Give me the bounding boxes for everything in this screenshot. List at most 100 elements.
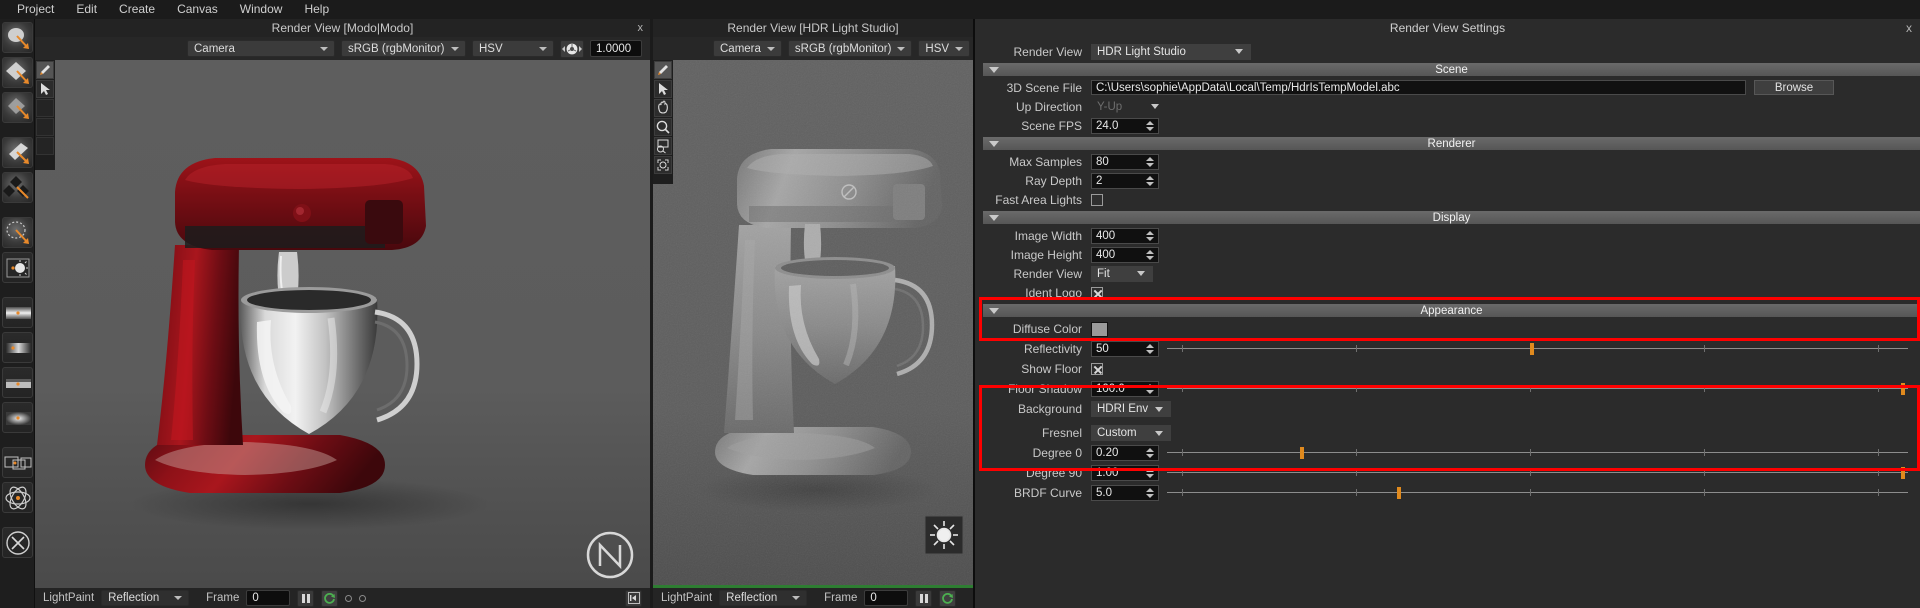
stepper-arrows-icon[interactable] [1146, 382, 1156, 396]
up-direction-select[interactable]: Y-Up [1091, 99, 1167, 115]
lightpaint-mode-select-left[interactable]: Reflection [101, 590, 190, 606]
zoom-icon[interactable] [654, 118, 672, 136]
colorspace-select-mid[interactable]: sRGB (rgbMonitor) [787, 40, 913, 57]
camera-select-mid[interactable]: Camera [713, 40, 782, 57]
arrow-icon[interactable] [654, 80, 672, 98]
brdf-curve-stepper[interactable]: 5.0 [1091, 485, 1159, 501]
section-header-scene[interactable]: Scene [983, 63, 1920, 76]
refresh-icon[interactable] [321, 589, 339, 607]
scene-file-input[interactable]: C:\Users\sophie\AppData\Local\Temp/HdrIs… [1091, 80, 1746, 95]
gradient-band-tool-button[interactable] [1, 367, 33, 398]
section-header-display[interactable]: Display [983, 211, 1920, 224]
channel-select-left[interactable]: HSV [472, 40, 554, 57]
floor-shadow-slider[interactable] [1167, 381, 1908, 397]
render-view-fit-select[interactable]: Fit [1091, 265, 1153, 282]
degree-90-slider-knob[interactable] [1900, 467, 1905, 479]
zoom-fit-icon[interactable] [654, 137, 672, 155]
light-sun-tool-button[interactable] [1, 252, 33, 283]
section-header-renderer[interactable]: Renderer [983, 137, 1920, 150]
reflectivity-stepper[interactable]: 50 [1091, 341, 1159, 357]
canvas-tool-slot[interactable] [36, 118, 54, 136]
light-blur-tool-button[interactable] [1, 92, 33, 123]
menu-item-window[interactable]: Window [229, 0, 294, 19]
canvas-tools-left [35, 60, 55, 170]
image-height-stepper[interactable]: 400 [1091, 246, 1159, 263]
render-canvas-modo[interactable] [35, 60, 650, 588]
floor-shadow-slider-knob[interactable] [1900, 383, 1905, 395]
reflectivity-slider[interactable] [1167, 341, 1908, 357]
gradient-bar-tool-button[interactable] [1, 297, 33, 328]
stepper-arrows-icon[interactable] [1146, 174, 1156, 188]
atom-tool-button[interactable] [1, 482, 33, 513]
browse-button[interactable]: Browse [1754, 80, 1834, 95]
render-canvas-hdrls[interactable] [653, 60, 973, 588]
image-width-stepper[interactable]: 400 [1091, 227, 1159, 244]
brdf-curve-slider-knob[interactable] [1396, 487, 1401, 499]
brush-icon[interactable] [654, 61, 672, 79]
stepper-arrows-icon[interactable] [1146, 119, 1156, 133]
canvas-tool-slot[interactable] [36, 137, 54, 155]
light-pattern-tool-button[interactable] [1, 172, 33, 203]
stepper-arrows-icon[interactable] [1146, 155, 1156, 169]
collapse-left-icon[interactable] [625, 589, 642, 607]
stepper-arrows-icon[interactable] [1146, 248, 1156, 262]
diffuse-color-swatch[interactable] [1091, 321, 1108, 337]
zoom-expand-icon[interactable] [654, 156, 672, 174]
frame-value-mid[interactable]: 0 [864, 590, 909, 606]
image-layers-tool-button[interactable] [1, 447, 33, 478]
frame-value-left[interactable]: 0 [246, 590, 291, 606]
brush-icon[interactable] [36, 61, 54, 79]
canvas-tool-slot[interactable] [36, 99, 54, 117]
show-floor-checkbox[interactable] [1091, 363, 1103, 375]
scene-fps-stepper[interactable]: 24.0 [1091, 117, 1159, 134]
degree-90-slider[interactable] [1167, 465, 1908, 481]
light-plane-tool-button[interactable] [1, 57, 33, 88]
stepper-arrows-icon[interactable] [1146, 229, 1156, 243]
floor-shadow-stepper[interactable]: 100.0 [1091, 381, 1159, 397]
gradient-soft-tool-button[interactable] [1, 402, 33, 433]
refresh-icon[interactable] [939, 589, 957, 607]
colorspace-select-left[interactable]: sRGB (rgbMonitor) [341, 40, 466, 57]
status-bar-mid: LightPaint Reflection Frame 0 [653, 588, 973, 608]
light-sphere-tool-button[interactable] [1, 22, 33, 53]
background-select[interactable]: HDRI Env [1091, 401, 1171, 417]
render-view-select[interactable]: HDR Light Studio [1091, 43, 1251, 60]
section-header-appearance[interactable]: Appearance [983, 304, 1920, 317]
pause-icon[interactable] [915, 589, 933, 607]
hand-icon[interactable] [654, 99, 672, 117]
degree-90-stepper[interactable]: 1.00 [1091, 465, 1159, 481]
degree-0-stepper[interactable]: 0.20 [1091, 445, 1159, 461]
channel-select-mid[interactable]: HSV [918, 40, 971, 57]
menu-item-project[interactable]: Project [6, 0, 65, 19]
degree-0-slider-knob[interactable] [1300, 447, 1305, 459]
ray-depth-stepper[interactable]: 2 [1091, 172, 1159, 189]
max-samples-stepper[interactable]: 80 [1091, 153, 1159, 170]
menu-item-canvas[interactable]: Canvas [166, 0, 229, 19]
stepper-arrows-icon[interactable] [1146, 446, 1156, 460]
close-icon[interactable]: x [638, 19, 644, 37]
stepper-arrows-icon[interactable] [1146, 342, 1156, 356]
light-quad-tool-button[interactable] [1, 137, 33, 168]
close-tool-button[interactable] [1, 527, 33, 558]
ident-logo-checkbox[interactable] [1091, 286, 1103, 299]
brdf-curve-slider[interactable] [1167, 485, 1908, 501]
menu-item-create[interactable]: Create [108, 0, 166, 19]
stepper-arrows-icon[interactable] [1146, 466, 1156, 480]
light-dome-tool-button[interactable] [1, 217, 33, 248]
pause-icon[interactable] [297, 589, 315, 607]
gradient-strip-tool-button[interactable] [1, 332, 33, 363]
menu-item-help[interactable]: Help [293, 0, 340, 19]
render-view-hdrls-titlebar: Render View [HDR Light Studio] [653, 19, 973, 37]
fresnel-select[interactable]: Custom [1091, 425, 1171, 441]
degree-0-slider[interactable] [1167, 445, 1908, 461]
exposure-value-left[interactable]: 1.0000 [590, 40, 642, 57]
aperture-icon[interactable] [560, 39, 584, 58]
reflectivity-slider-knob[interactable] [1530, 343, 1535, 355]
fast-area-lights-checkbox[interactable] [1091, 193, 1103, 206]
close-icon[interactable]: x [1906, 19, 1912, 37]
menu-item-edit[interactable]: Edit [65, 0, 108, 19]
stepper-arrows-icon[interactable] [1146, 486, 1156, 500]
arrow-icon[interactable] [36, 80, 54, 98]
camera-select-left[interactable]: Camera [187, 40, 335, 57]
lightpaint-mode-select-mid[interactable]: Reflection [719, 590, 808, 606]
